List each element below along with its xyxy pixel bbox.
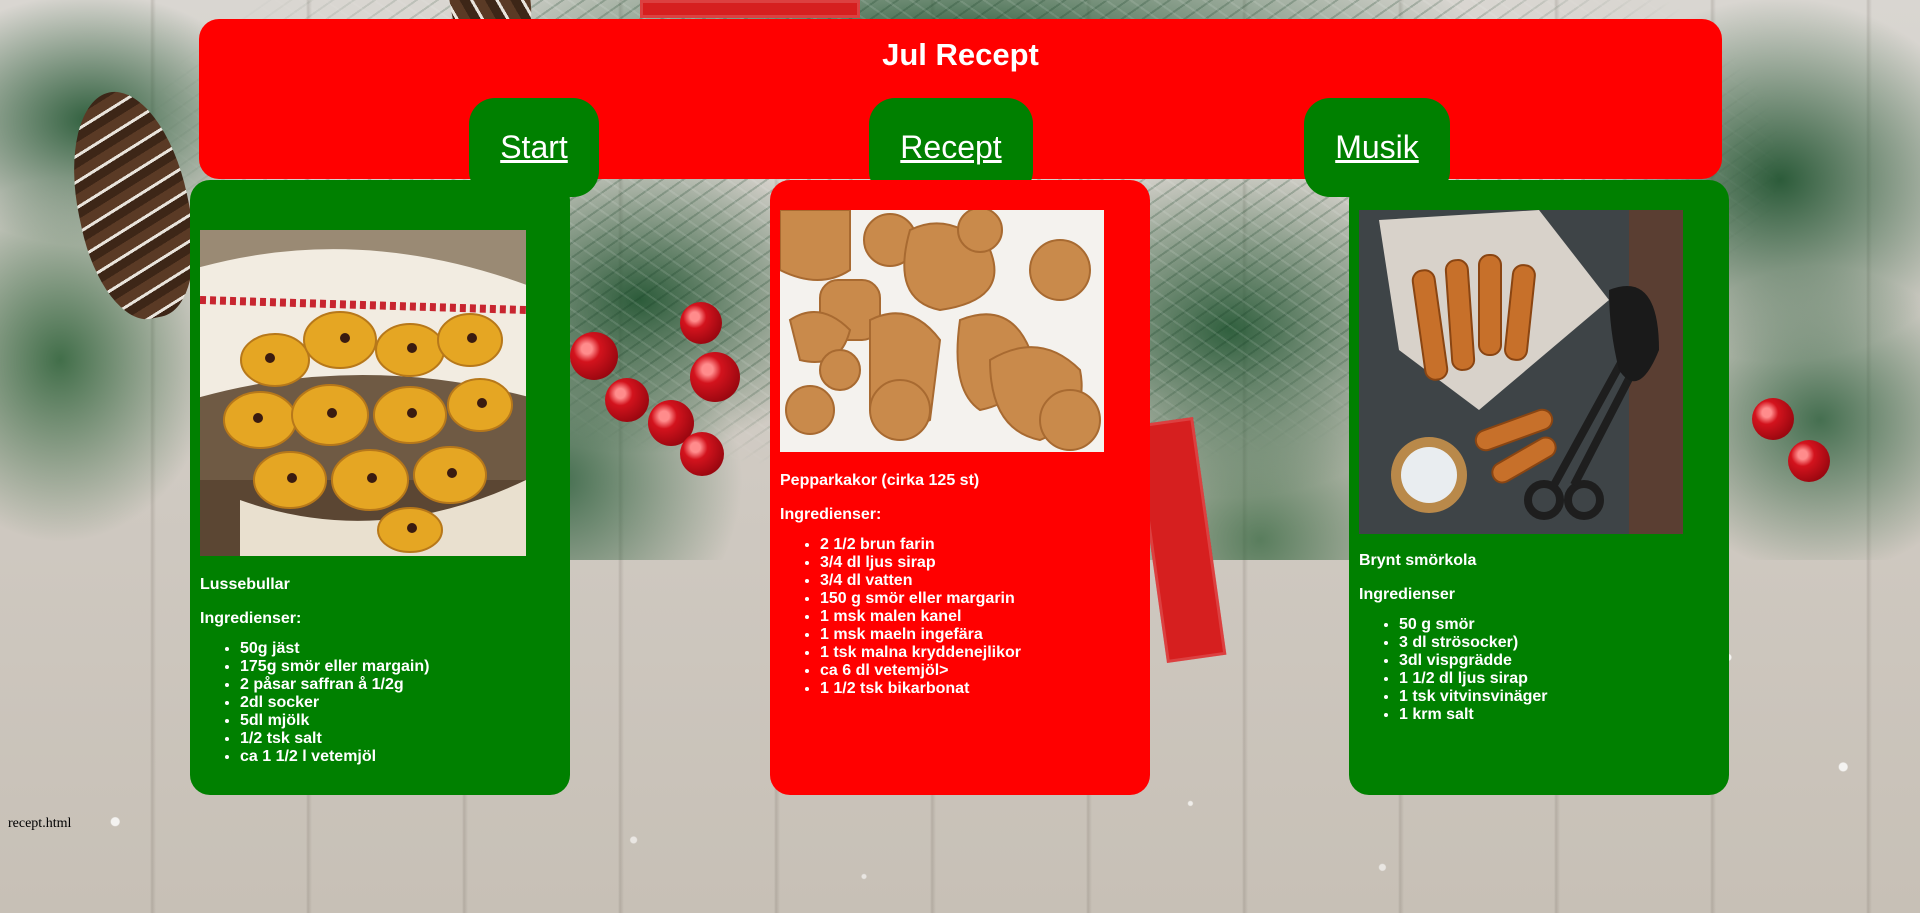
ingredient-item: 2 1/2 brun farin (820, 536, 1140, 554)
ingredients-heading: Ingredienser: (780, 506, 882, 523)
ingredient-item: 50g jäst (240, 640, 560, 658)
recipe-card-brynt-smorkola: Brynt smörkola Ingredienser 50 g smör 3 … (1349, 180, 1729, 795)
ingredient-item: 1 tsk malna kryddenejlikor (820, 644, 1140, 662)
ingredients-heading: Ingredienser: (200, 610, 302, 627)
ingredient-item: 1 1/2 tsk bikarbonat (820, 680, 1140, 698)
smorkola-photo (1359, 210, 1683, 534)
ingredient-item: ca 1 1/2 l vetemjöl (240, 748, 560, 766)
nav-link-start[interactable]: Start (500, 129, 568, 166)
ingredients-list: 2 1/2 brun farin 3/4 dl ljus sirap 3/4 d… (780, 536, 1140, 698)
ingredient-item: 3 dl strösocker) (1399, 634, 1719, 652)
berry (690, 352, 740, 402)
nav-link-musik[interactable]: Musik (1335, 129, 1419, 166)
ingredient-item: 1/2 tsk salt (240, 730, 560, 748)
ingredient-item: ca 6 dl vetemjöl> (820, 662, 1140, 680)
recipe-title: Brynt smörkola (1359, 552, 1477, 569)
berry (680, 302, 722, 344)
ingredient-item: 3dl vispgrädde (1399, 652, 1719, 670)
recipe-card-lussebullar: Lussebullar Ingredienser: 50g jäst 175g … (190, 180, 570, 795)
ingredient-item: 2 påsar saffran å 1/2g (240, 676, 560, 694)
ingredient-item: 1 krm salt (1399, 706, 1719, 724)
ingredients-list: 50g jäst 175g smör eller margain) 2 påsa… (200, 640, 560, 766)
nav-link-recept[interactable]: Recept (900, 129, 1001, 166)
ingredient-item: 1 tsk vitvinsvinäger (1399, 688, 1719, 706)
ingredient-item: 3/4 dl vatten (820, 572, 1140, 590)
recipe-title: Pepparkakor (cirka 125 st) (780, 472, 980, 489)
pepparkakor-photo (780, 210, 1104, 452)
berry (1752, 398, 1794, 440)
recipe-card-pepparkakor: Pepparkakor (cirka 125 st) Ingredienser:… (770, 180, 1150, 795)
ingredient-item: 2dl socker (240, 694, 560, 712)
ingredient-item: 3/4 dl ljus sirap (820, 554, 1140, 572)
ingredients-list: 50 g smör 3 dl strösocker) 3dl vispgrädd… (1359, 616, 1719, 724)
gift-box-top (640, 0, 860, 18)
ingredient-item: 1 1/2 dl ljus sirap (1399, 670, 1719, 688)
ingredient-item: 1 msk maeln ingefära (820, 626, 1140, 644)
berry (605, 378, 649, 422)
berry (570, 332, 618, 380)
ingredient-item: 150 g smör eller margarin (820, 590, 1140, 608)
site-title: Jul Recept (882, 37, 1039, 72)
recipe-title: Lussebullar (200, 576, 290, 593)
ingredient-item: 50 g smör (1399, 616, 1719, 634)
ingredient-item: 175g smör eller margain) (240, 658, 560, 676)
ingredient-item: 5dl mjölk (240, 712, 560, 730)
footer-filename-link[interactable]: recept.html (8, 816, 71, 832)
lussebullar-photo (200, 230, 526, 556)
ingredients-heading: Ingredienser (1359, 586, 1456, 603)
berry (680, 432, 724, 476)
site-header: Jul Recept Start Recept Musik (199, 19, 1722, 197)
berry (1788, 440, 1830, 482)
ingredient-item: 1 msk malen kanel (820, 608, 1140, 626)
